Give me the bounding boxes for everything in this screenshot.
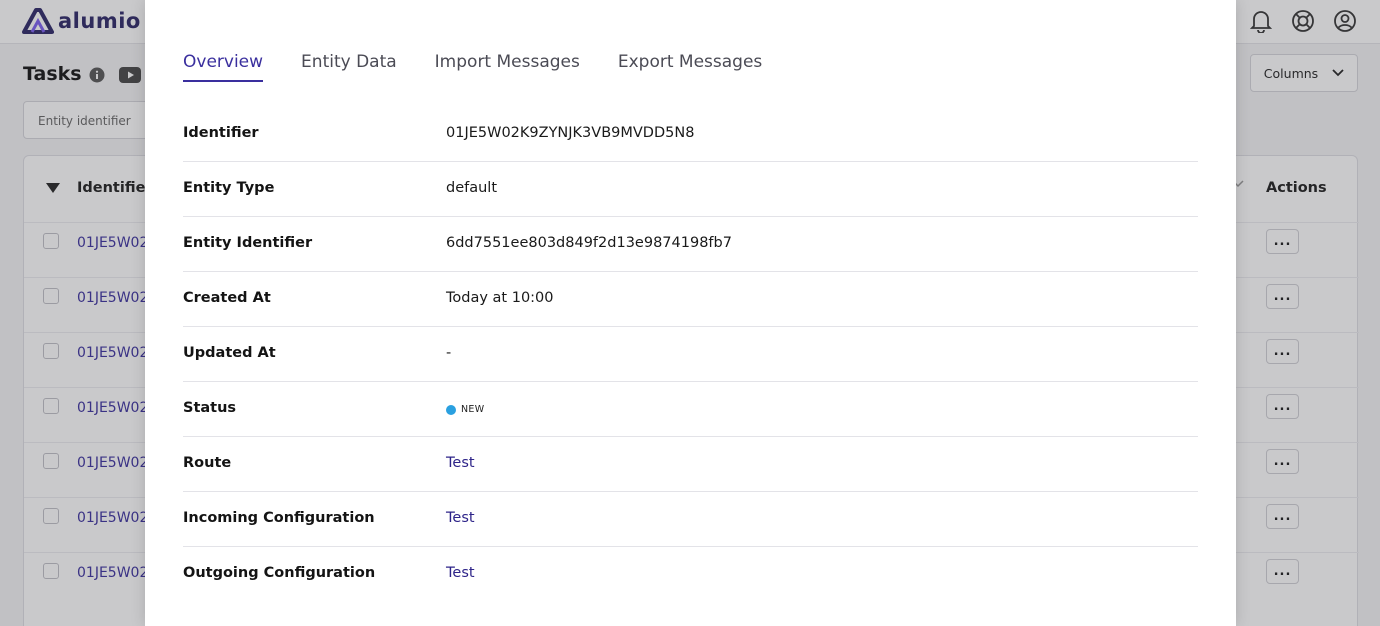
detail-row-updated-at: Updated At -	[183, 327, 1198, 382]
created-at-value: Today at 10:00	[446, 290, 554, 306]
outgoing-configuration-link[interactable]: Test	[446, 565, 475, 581]
detail-label: Updated At	[183, 345, 276, 361]
status-text: NEW	[461, 404, 485, 415]
detail-label: Created At	[183, 290, 271, 306]
task-detail-modal: Overview Entity Data Import Messages Exp…	[145, 0, 1236, 626]
detail-row-entity-type: Entity Type default	[183, 162, 1198, 217]
incoming-configuration-link[interactable]: Test	[446, 510, 475, 526]
tab-export-messages[interactable]: Export Messages	[618, 52, 762, 82]
identifier-value: 01JE5W02K9ZYNJK3VB9MVDD5N8	[446, 125, 695, 141]
detail-row-incoming-configuration: Incoming Configuration Test	[183, 492, 1198, 547]
detail-label: Outgoing Configuration	[183, 565, 376, 581]
detail-row-outgoing-configuration: Outgoing Configuration Test	[183, 547, 1198, 602]
detail-row-entity-identifier: Entity Identifier 6dd7551ee803d849f2d13e…	[183, 217, 1198, 272]
entity-type-value: default	[446, 180, 498, 196]
tab-overview[interactable]: Overview	[183, 52, 264, 82]
updated-at-value: -	[446, 345, 452, 361]
detail-row-status: Status NEW	[183, 382, 1198, 437]
detail-label: Identifier	[183, 125, 259, 141]
detail-label: Incoming Configuration	[183, 510, 375, 526]
detail-row-identifier: Identifier 01JE5W02K9ZYNJK3VB9MVDD5N8	[183, 107, 1198, 162]
detail-label: Entity Identifier	[183, 235, 313, 251]
modal-tabs: Overview Entity Data Import Messages Exp…	[183, 52, 762, 82]
entity-identifier-value: 6dd7551ee803d849f2d13e9874198fb7	[446, 235, 732, 251]
detail-row-route: Route Test	[183, 437, 1198, 492]
tab-import-messages[interactable]: Import Messages	[435, 52, 580, 82]
tab-entity-data[interactable]: Entity Data	[301, 52, 397, 82]
detail-label: Route	[183, 455, 232, 471]
route-link[interactable]: Test	[446, 455, 475, 471]
detail-label: Status	[183, 400, 237, 416]
status-badge: NEW	[446, 404, 484, 415]
status-dot-icon	[446, 404, 456, 415]
overview-details: Identifier 01JE5W02K9ZYNJK3VB9MVDD5N8 En…	[183, 107, 1198, 602]
detail-label: Entity Type	[183, 180, 275, 196]
detail-row-created-at: Created At Today at 10:00	[183, 272, 1198, 327]
